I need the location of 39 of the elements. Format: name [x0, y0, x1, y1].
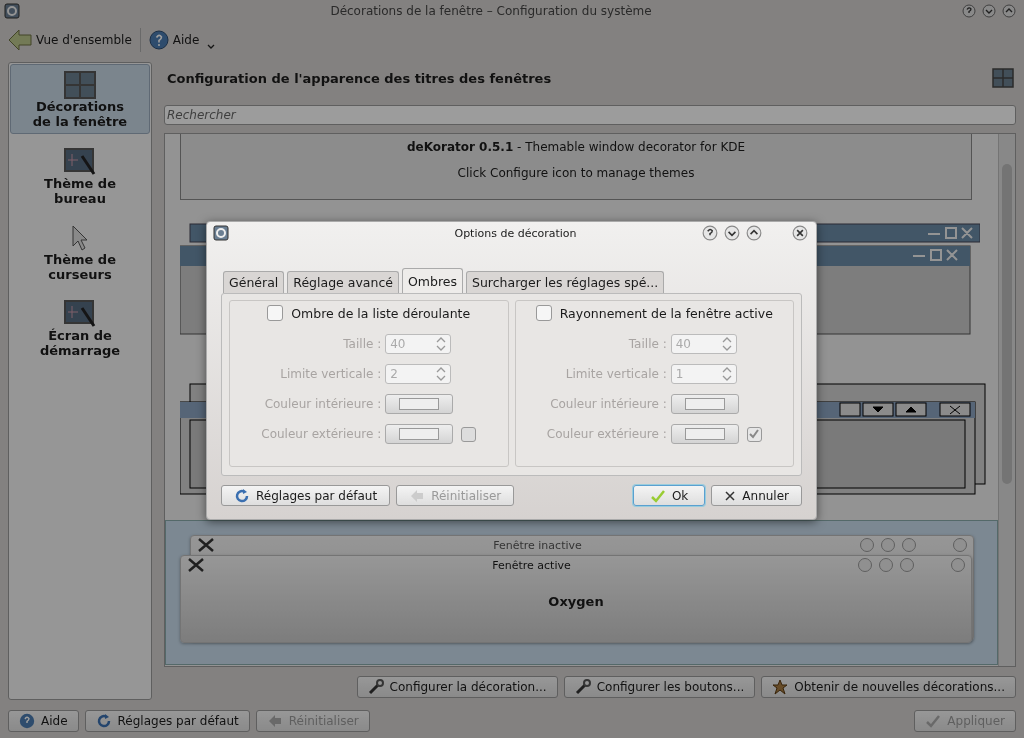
field-label: Couleur extérieure :: [546, 427, 667, 441]
search-field[interactable]: Rechercher: [164, 105, 1016, 125]
tab[interactable]: Réglage avancé: [287, 271, 399, 293]
field-label: Couleur extérieure :: [261, 427, 382, 441]
checkbox-label: Ombre de la liste déroulante: [291, 305, 471, 321]
checkbox-label: Rayonnement de la fenêtre active: [559, 305, 773, 321]
action-button[interactable]: Configurer la décoration...: [356, 676, 558, 698]
field-label: Couleur intérieure :: [263, 397, 382, 411]
decoration-title: deKorator 0.5.1 - Themable window decorator for KDE: [406, 140, 746, 154]
dialog-button[interactable]: Ok: [632, 485, 706, 506]
field-label: Limite verticale :: [564, 367, 667, 381]
tab[interactable]: Surcharger les réglages spé...: [466, 271, 665, 293]
sidebar-item[interactable]: Écran de démarrage: [10, 294, 150, 362]
footer-button[interactable]: Aide: [8, 710, 79, 732]
tab[interactable]: Général: [223, 271, 285, 293]
dialog-title: Options de décoration: [453, 226, 578, 240]
decoration-note: Click Configure icon to manage themes: [457, 166, 695, 180]
decoration-item[interactable]: deKorator 0.5.1 - Themable window decorator for KDE Click Configure icon to manage themes: [180, 134, 972, 200]
window-title: Décorations de la fenêtre – Configuration du système: [329, 4, 653, 18]
field-label: Taille :: [627, 337, 667, 351]
window-title: Fenêtre active: [491, 558, 572, 572]
decoration-item[interactable]: Fenêtre inactive Fenêtre active Oxygen: [165, 520, 998, 665]
action-button[interactable]: Configurer les boutons...: [563, 676, 756, 698]
field-label: Limite verticale :: [279, 367, 382, 381]
dialog-button[interactable]: Annuler: [711, 485, 802, 506]
toolbar-button[interactable]: Aide: [146, 28, 218, 52]
sidebar-item[interactable]: Thème de bureau: [10, 142, 150, 210]
field-label: Taille :: [342, 337, 382, 351]
window-title: Fenêtre inactive: [492, 538, 583, 552]
sidebar-item[interactable]: Thème de curseurs: [10, 218, 150, 286]
action-button[interactable]: Obtenir de nouvelles décorations...: [761, 676, 1016, 698]
tab[interactable]: Ombres: [401, 268, 463, 293]
decoration-name: Oxygen: [548, 594, 604, 609]
dialog-button[interactable]: Réglages par défaut: [221, 485, 391, 506]
field-label: Couleur intérieure :: [549, 397, 667, 411]
page-heading: Configuration de l'apparence des titres des fenêtres: [167, 70, 552, 86]
toolbar-button[interactable]: Vue d'ensemble: [6, 27, 134, 53]
sidebar-item[interactable]: Décorations de la fenêtre: [10, 64, 150, 134]
footer-button[interactable]: Réglages par défaut: [84, 710, 250, 732]
